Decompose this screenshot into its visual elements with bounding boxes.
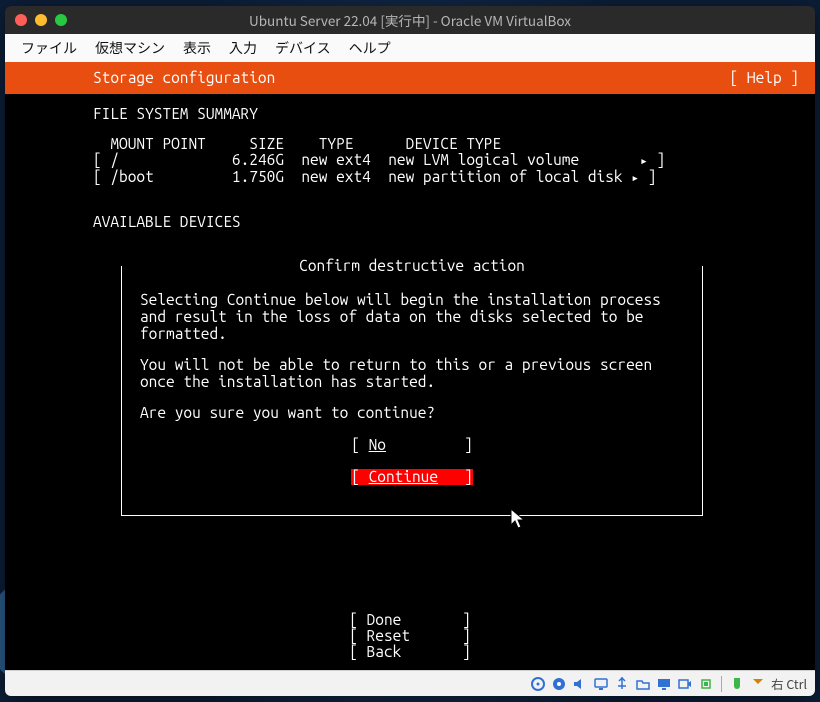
optical-icon[interactable]	[551, 676, 567, 692]
dialog-title: Confirm destructive action	[122, 258, 702, 274]
done-button[interactable]: Done	[367, 611, 402, 628]
menu-devices[interactable]: デバイス	[275, 38, 331, 58]
fs-row-boot[interactable]: [ /boot 1.750G new ext4 new partition of…	[5, 169, 815, 186]
usb-icon[interactable]	[614, 676, 630, 692]
shared-folder-icon[interactable]	[635, 676, 651, 692]
window-title: Ubuntu Server 22.04 [実行中] - Oracle VM Vi…	[5, 10, 815, 30]
menu-file[interactable]: ファイル	[21, 38, 77, 58]
menu-help[interactable]: ヘルプ	[349, 38, 391, 58]
no-button[interactable]: [ No ]	[140, 437, 684, 453]
installer-header: Storage configuration [ Help ]	[5, 62, 815, 94]
chevron-right-icon: ▸	[640, 154, 648, 168]
installer-body: FILE SYSTEM SUMMARY MOUNT POINT SIZE TYP…	[5, 94, 815, 516]
continue-button[interactable]: [ Continue ]	[140, 469, 684, 485]
menubar: ファイル 仮想マシン 表示 入力 デバイス ヘルプ	[5, 34, 815, 62]
header-title: Storage configuration	[93, 70, 275, 86]
fs-summary-head: MOUNT POINT SIZE TYPE DEVICE TYPE	[5, 136, 815, 152]
vm-statusbar: 右 Ctrl	[5, 670, 815, 696]
help-button[interactable]: [ Help ]	[730, 70, 799, 86]
separator	[721, 676, 722, 692]
display-icon[interactable]	[656, 676, 672, 692]
hostkey-label: 右 Ctrl	[771, 674, 807, 693]
dialog-text-1: Selecting Continue below will begin the …	[140, 291, 684, 342]
chevron-right-icon: ▸	[631, 171, 639, 185]
dialog-text-2: You will not be able to return to this o…	[140, 356, 684, 390]
menu-machine[interactable]: 仮想マシン	[95, 38, 165, 58]
dialog-text-3: Are you sure you want to continue?	[140, 404, 684, 421]
cpu-icon[interactable]	[698, 676, 714, 692]
audio-icon[interactable]	[572, 676, 588, 692]
confirm-dialog: Confirm destructive action Selecting Con…	[121, 266, 703, 516]
desktop: Ubuntu Server 22.04 [実行中] - Oracle VM Vi…	[0, 0, 820, 702]
hostkey-icon[interactable]	[750, 676, 766, 692]
menu-input[interactable]: 入力	[229, 38, 257, 58]
network-icon[interactable]	[593, 676, 609, 692]
footer-buttons: [ Done ] [ Reset ] [ Back ]	[5, 612, 815, 660]
mouse-integration-icon[interactable]	[729, 676, 745, 692]
recording-icon[interactable]	[677, 676, 693, 692]
harddisk-icon[interactable]	[530, 676, 546, 692]
titlebar[interactable]: Ubuntu Server 22.04 [実行中] - Oracle VM Vi…	[5, 6, 815, 34]
reset-button[interactable]: Reset	[367, 627, 410, 644]
available-title: AVAILABLE DEVICES	[5, 214, 815, 230]
virtualbox-window: Ubuntu Server 22.04 [実行中] - Oracle VM Vi…	[5, 6, 815, 696]
fs-summary-title: FILE SYSTEM SUMMARY	[5, 106, 815, 122]
menu-view[interactable]: 表示	[183, 38, 211, 58]
back-button[interactable]: Back	[367, 643, 402, 660]
fs-row-root[interactable]: [ / 6.246G new ext4 new LVM logical volu…	[5, 152, 815, 169]
guest-terminal[interactable]: Storage configuration [ Help ] FILE SYST…	[5, 62, 815, 670]
